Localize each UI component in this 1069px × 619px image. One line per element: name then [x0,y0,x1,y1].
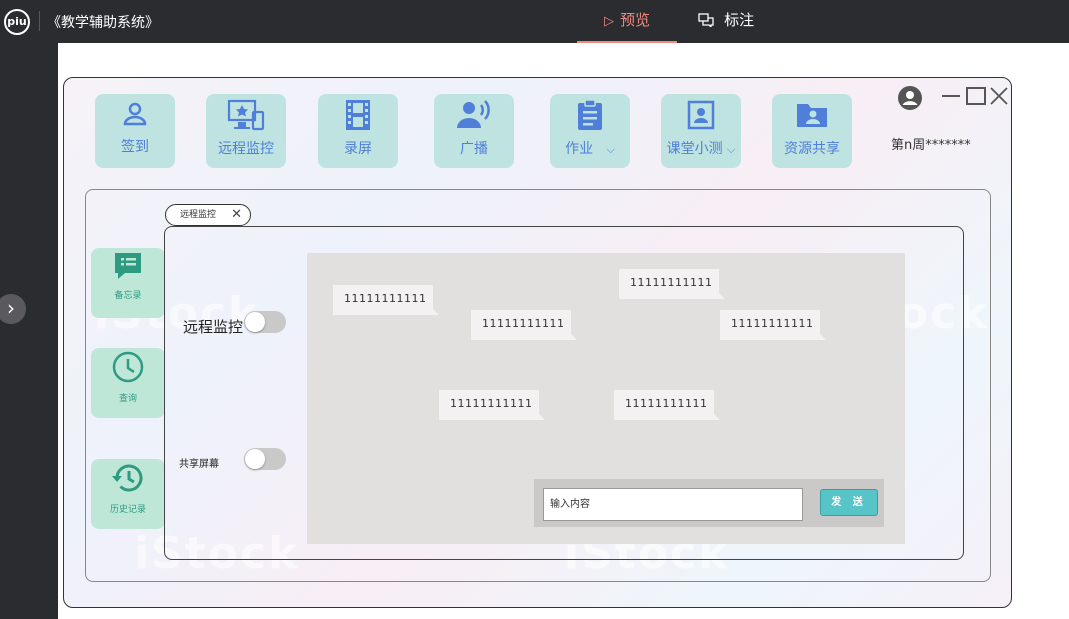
week-indicator: 第n周******* [891,138,971,153]
remote-monitor-label: 远程监控 [183,318,244,336]
broadcast-icon [457,100,490,128]
sidebar-item-memo[interactable]: 备忘录 [91,248,165,318]
user-icon [123,102,147,126]
tab-annotate-label: 标注 [724,11,755,29]
open-tab-label: 远程监控 [180,210,217,220]
send-button[interactable]: 发 送 [820,489,878,516]
toolbar-button-remote-monitor[interactable]: 远程监控 [206,94,286,168]
toolbar-label: 远程监控 [218,141,274,157]
toggle-knob [245,312,265,332]
open-tab-remote-monitor[interactable]: 远程监控 ✕ [165,204,251,226]
sidebar-label: 历史记录 [109,505,146,515]
toolbar-button-quiz[interactable]: 课堂小测 ⌵ [661,94,741,168]
toolbar-label: 广播 [460,141,488,157]
play-icon: ▷ [603,14,614,29]
toolbar-button-signin[interactable]: 签到 [95,94,175,168]
toolbar-button-resources[interactable]: 资源共享 [772,94,852,168]
message-bubble: 11111111111 [333,285,439,315]
history-icon [112,464,143,492]
message-bubble: 11111111111 [619,269,725,299]
monitor-star-icon [227,99,265,131]
toggle-knob [245,449,265,469]
chat-screen: 11111111111 11111111111 11111111111 1111… [307,253,905,544]
share-screen-label: 共享屏幕 [179,459,219,470]
folder-user-icon [797,104,827,127]
message-bubble: 11111111111 [439,390,545,420]
sidebar-label: 查询 [118,394,137,404]
divider [39,11,40,31]
sidebar-item-history[interactable]: 历史记录 [91,459,165,529]
toolbar-button-record[interactable]: 录屏 [318,94,398,168]
tab-annotate[interactable]: 标注 [698,0,754,43]
tab-preview-label: 预览 [619,11,650,29]
close-icon[interactable]: ✕ [231,205,242,225]
close-icon[interactable] [988,85,1010,107]
minimize-icon[interactable] [940,85,962,107]
clock-icon [112,351,144,383]
top-bar: piu 《教学辅助系统》 ▷ 预览 标注 [0,0,1069,43]
toolbar-label: 签到 [121,139,149,155]
sidebar-label: 备忘录 [114,291,142,301]
message-bubble: 11111111111 [614,390,720,420]
portrait-icon [687,100,715,130]
toolbar-label: 录屏 [344,141,372,157]
toolbar-label: 资源共享 [784,141,840,157]
memo-icon [115,253,141,279]
toolbar-button-homework[interactable]: 作业 ⌵ [550,94,630,168]
tab-preview[interactable]: ▷ 预览 [577,0,677,43]
toolbar-button-broadcast[interactable]: 广播 [434,94,514,168]
share-screen-toggle[interactable] [244,448,286,470]
account-icon[interactable] [897,85,923,111]
message-bubble: 11111111111 [471,310,577,340]
toolbar-label: 作业 ⌵ [550,138,630,158]
toolbar-label-text: 作业 [565,141,594,157]
message-bubble: 11111111111 [720,310,826,340]
app-title: 《教学辅助系统》 [47,15,159,31]
film-icon [346,100,370,130]
app-logo: piu [4,9,30,35]
toolbar-label: 课堂小测 ⌵ [661,138,741,158]
clipboard-icon [578,99,602,130]
comment-icon [698,13,718,29]
left-panel [0,43,58,619]
message-input[interactable]: 输入内容 [543,488,803,521]
chevron-down-icon: ⌵ [727,143,736,156]
chevron-down-icon: ⌵ [606,143,615,156]
toolbar-label-text: 课堂小测 [666,141,723,157]
composer-bar: 输入内容 发 送 [534,479,884,527]
remote-monitor-toggle[interactable] [244,311,286,333]
maximize-icon[interactable] [965,85,987,107]
app-window: iStock iStock iStock iStock 签到 远程监控 录屏 广… [63,77,1012,608]
sidebar-item-query[interactable]: 查询 [91,348,165,418]
